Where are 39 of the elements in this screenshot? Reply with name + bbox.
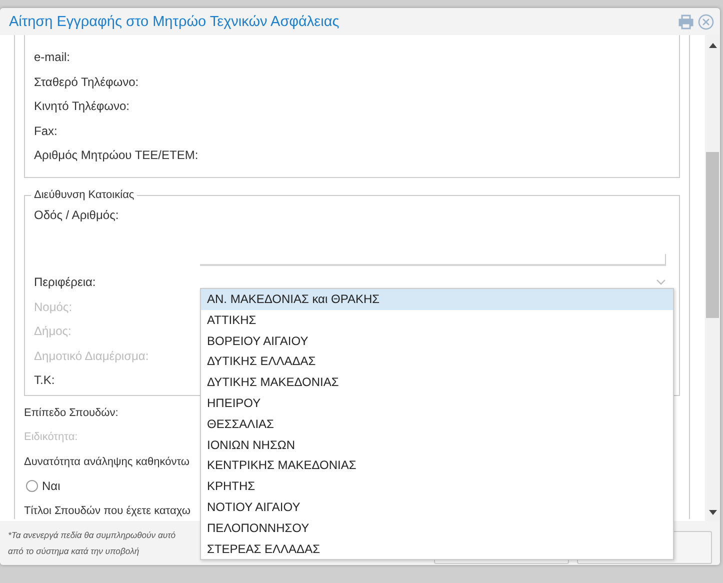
dropdown-option[interactable]: ΝΟΤΙΟΥ ΑΙΓΑΙΟΥ: [201, 496, 673, 518]
field-label: Οδός / Αριθμός:: [34, 208, 120, 222]
scrollbar-thumb[interactable]: [706, 152, 719, 318]
field-label: Ειδικότητα:: [24, 431, 78, 444]
dropdown-option[interactable]: ΣΤΕΡΕΑΣ ΕΛΛΑΔΑΣ: [201, 538, 673, 560]
field-label: Περιφέρεια:: [34, 275, 97, 290]
dropdown-option[interactable]: ΚΕΝΤΡΙΚΗΣ ΜΑΚΕΔΟΝΙΑΣ: [201, 455, 673, 476]
fieldset-legend: Διεύθυνση Κατοικίας: [31, 189, 138, 201]
dropdown-option[interactable]: ΑΤΤΙΚΗΣ: [201, 310, 673, 331]
field-label: Fax:: [34, 124, 58, 138]
field-label: Αριθμός Μητρώου ΤΕΕ/ΕΤΕΜ:: [34, 148, 200, 162]
dropdown-option[interactable]: ΘΕΣΣΑΛΙΑΣ: [201, 414, 673, 435]
printer-icon[interactable]: [678, 14, 694, 30]
scroll-up-icon[interactable]: [708, 43, 716, 48]
dropdown-option[interactable]: ΒΟΡΕΙΟΥ ΑΙΓΑΙΟΥ: [201, 330, 673, 352]
field-label: Τ.Κ:: [34, 373, 56, 388]
dropdown-option[interactable]: ΗΠΕΙΡΟΥ: [201, 392, 673, 414]
dropdown-option[interactable]: ΚΡΗΤΗΣ: [201, 476, 673, 497]
field-label: Σταθερό Τηλέφωνο:: [34, 74, 140, 89]
dropdown-option[interactable]: ΔΥΤΙΚΗΣ ΕΛΛΑΔΑΣ: [201, 351, 673, 372]
field-label: Τίτλοι Σπουδών που έχετε καταχω: [24, 504, 190, 517]
radio-button[interactable]: Ναι: [24, 479, 60, 494]
field-label: Δυνατότητα ανάληψης καθηκόντω: [24, 456, 190, 468]
field-label: Νομός:: [34, 300, 74, 314]
field-label: e-mail:: [34, 50, 72, 64]
scroll-down-icon[interactable]: [708, 510, 716, 515]
dropdown-option[interactable]: ΑΝ. ΜΑΚΕΔΟΝΙΑΣ και ΘΡΑΚΗΣ: [201, 289, 673, 310]
footer-note: *Τα ανενεργά πεδία θα συμπληρωθούν αυτό από το σύστημα κατά την υποβολή: [8, 529, 176, 558]
dropdown-option[interactable]: ΠΕΛΟΠΟΝΝΗΣΟΥ: [201, 518, 673, 539]
field-label: Επίπεδο Σπουδών:: [24, 406, 118, 419]
dropdown-option[interactable]: ΔΥΤΙΚΗΣ ΜΑΚΕΔΟΝΙΑΣ: [201, 372, 673, 393]
chevron-down-icon[interactable]: [656, 279, 666, 286]
field-label: Δημοτικό Διαμέρισμα:: [34, 348, 150, 363]
field-label: Δήμος:: [34, 324, 72, 338]
dropdown-option[interactable]: ΙΟΝΙΩΝ ΝΗΣΩΝ: [201, 434, 673, 456]
window-title: Αίτηση Εγγραφής στο Μητρώο Τεχνικών Ασφάλειας: [9, 14, 340, 30]
field-label: Κινητό Τηλέφωνο:: [34, 99, 131, 114]
close-icon[interactable]: [698, 14, 714, 30]
text-area-field[interactable]: [200, 254, 666, 266]
